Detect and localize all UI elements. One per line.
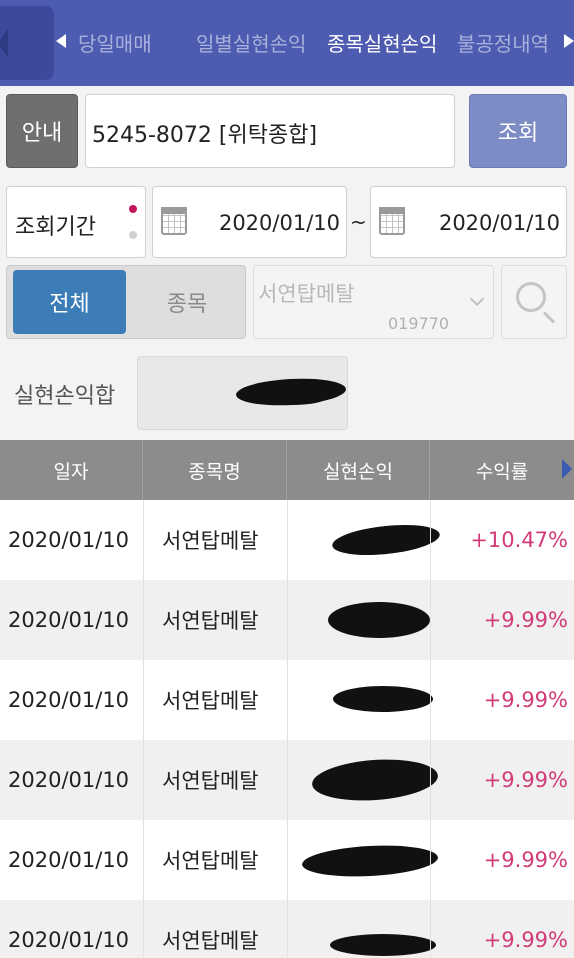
end-date-value: 2020/01/10 — [438, 211, 560, 235]
account-select-value: 5245-8072 [위탁종합] — [92, 123, 318, 148]
cell-stock-name: 서연탑메탈 — [162, 529, 259, 553]
start-date-value: 2020/01/10 — [218, 211, 340, 235]
column-divider — [143, 580, 144, 660]
date-range-separator: ~ — [350, 210, 367, 234]
period-selector[interactable]: 조회기간 — [6, 186, 146, 258]
period-label: 조회기간 — [15, 215, 96, 240]
tab-daily-trade[interactable]: 당일매매 — [78, 28, 152, 57]
cell-return-rate: +9.99% — [483, 848, 568, 872]
realized-sum-value — [137, 356, 348, 430]
column-divider — [430, 740, 431, 820]
table-row[interactable]: 2020/01/10 서연탑메탈 +9.99% — [0, 580, 574, 660]
stock-name: 서연탑메탈 — [258, 282, 355, 306]
tab-stock-realized-pnl[interactable]: 종목실현손익 — [327, 28, 437, 57]
redaction-scribble — [310, 755, 440, 805]
stock-search-button[interactable] — [501, 265, 567, 339]
column-divider — [287, 500, 288, 580]
redaction-scribble — [330, 520, 442, 560]
cell-stock-name: 서연탑메탈 — [162, 769, 259, 793]
period-indicator-dot-active — [129, 205, 137, 213]
redaction-scribble — [333, 686, 433, 712]
segment-all[interactable]: 전체 — [13, 270, 126, 334]
calendar-icon — [379, 207, 405, 235]
period-indicator-dot — [129, 231, 137, 239]
column-divider — [287, 580, 288, 660]
table-row[interactable]: 2020/01/10 서연탑메탈 +9.99% — [0, 900, 574, 958]
chevron-down-icon — [469, 291, 485, 307]
column-divider — [287, 900, 288, 958]
cell-date: 2020/01/10 — [8, 928, 130, 952]
cell-date: 2020/01/10 — [8, 528, 130, 552]
table-header: 일자 종목명 실현손익 수익률 — [0, 440, 574, 500]
cell-stock-name: 서연탑메탈 — [162, 849, 259, 873]
column-divider — [143, 500, 144, 580]
table-row[interactable]: 2020/01/10 서연탑메탈 +9.99% — [0, 740, 574, 820]
scope-segmented-control: 전체 종목 — [6, 265, 246, 339]
previous-tab-handle[interactable] — [0, 6, 54, 80]
cell-date: 2020/01/10 — [8, 768, 130, 792]
tab-scroll-right-icon[interactable] — [564, 34, 574, 48]
column-divider — [287, 820, 288, 900]
realized-sum-row: 실현손익합 — [0, 348, 574, 440]
column-header-return-rate[interactable]: 수익률 — [430, 440, 574, 500]
search-icon — [516, 282, 546, 312]
column-header-stock-name[interactable]: 종목명 — [143, 440, 287, 500]
column-header-date[interactable]: 일자 — [0, 440, 143, 500]
column-header-realized-pnl[interactable]: 실현손익 — [287, 440, 430, 500]
cell-return-rate: +9.99% — [483, 688, 568, 712]
realized-sum-label: 실현손익합 — [14, 384, 116, 409]
column-divider — [287, 660, 288, 740]
redaction-scribble — [328, 602, 430, 638]
segment-stock[interactable]: 종목 — [133, 270, 241, 334]
cell-date: 2020/01/10 — [8, 688, 130, 712]
table-row[interactable]: 2020/01/10 서연탑메탈 +9.99% — [0, 820, 574, 900]
cell-return-rate: +9.99% — [483, 608, 568, 632]
cell-stock-name: 서연탑메탈 — [162, 689, 259, 713]
column-divider — [430, 580, 431, 660]
table-row[interactable]: 2020/01/10 서연탑메탈 +9.99% — [0, 660, 574, 740]
top-tab-bar: 당일매매 일별실현손익 종목실현손익 불공정내역 — [0, 0, 574, 86]
column-divider — [430, 500, 431, 580]
end-date-field[interactable]: 2020/01/10 — [370, 186, 567, 258]
redaction-scribble — [301, 842, 439, 880]
start-date-field[interactable]: 2020/01/10 — [152, 186, 347, 258]
column-divider — [430, 900, 431, 958]
cell-date: 2020/01/10 — [8, 848, 130, 872]
stock-code: 019770 — [388, 314, 450, 333]
guide-button[interactable]: 안내 — [6, 94, 78, 168]
column-divider — [430, 820, 431, 900]
tab-scroll-left-icon[interactable] — [56, 34, 66, 48]
column-divider — [143, 660, 144, 740]
cell-stock-name: 서연탑메탈 — [162, 609, 259, 633]
redaction-scribble — [256, 391, 326, 405]
tab-unfair-trade-history[interactable]: 불공정내역 — [457, 28, 549, 57]
cell-return-rate: +9.99% — [483, 768, 568, 792]
column-divider — [143, 900, 144, 958]
table-row[interactable]: 2020/01/10 서연탑메탈 +10.47% — [0, 500, 574, 580]
cell-stock-name: 서연탑메탈 — [162, 929, 259, 953]
cell-date: 2020/01/10 — [8, 608, 130, 632]
column-divider — [287, 740, 288, 820]
column-divider — [143, 820, 144, 900]
tab-daily-realized-pnl[interactable]: 일별실현손익 — [196, 28, 306, 57]
query-button[interactable]: 조회 — [469, 94, 567, 168]
scroll-right-icon[interactable] — [562, 459, 572, 479]
stock-select[interactable]: 서연탑메탈 019770 — [253, 265, 494, 339]
column-divider — [430, 660, 431, 740]
cell-return-rate: +10.47% — [470, 528, 568, 552]
redaction-scribble — [330, 934, 436, 956]
column-divider — [143, 740, 144, 820]
cell-return-rate: +9.99% — [483, 928, 568, 952]
account-select[interactable]: 5245-8072 [위탁종합] — [85, 94, 531, 168]
calendar-icon — [161, 207, 187, 235]
